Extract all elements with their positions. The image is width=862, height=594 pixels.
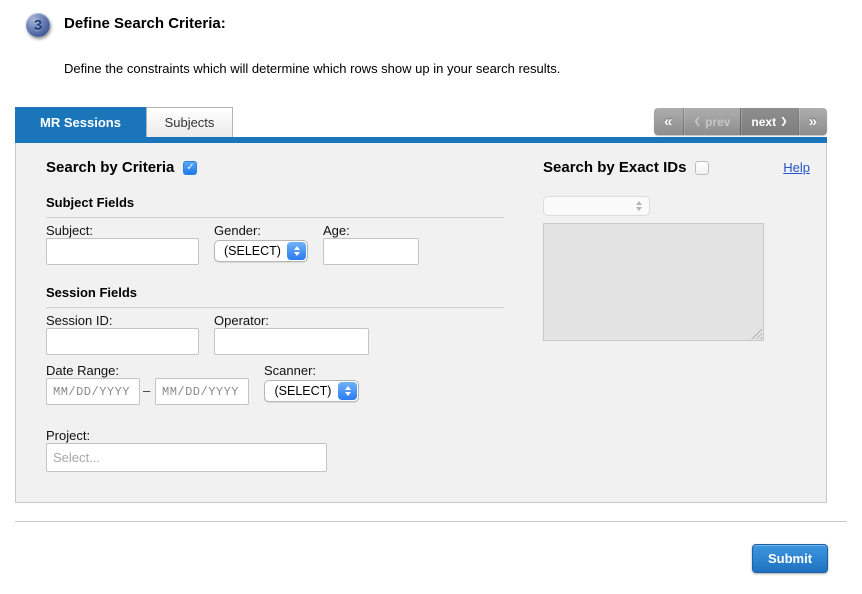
operator-label: Operator:	[214, 313, 269, 328]
date-from-input[interactable]	[46, 378, 140, 405]
pager: « ❮ prev next ❯ »	[654, 108, 827, 135]
pager-first-button[interactable]: «	[654, 108, 682, 135]
tab-mr-sessions[interactable]: MR Sessions	[15, 107, 146, 137]
select-stepper-icon	[287, 242, 306, 260]
pager-prev-button[interactable]: ❮ prev	[683, 108, 741, 135]
check-icon: ✓	[186, 163, 194, 173]
session-id-input[interactable]	[46, 328, 199, 355]
search-by-criteria-heading-row: Search by Criteria ✓	[46, 159, 197, 176]
double-chevron-right-icon: »	[809, 114, 817, 129]
submit-button[interactable]: Submit	[752, 544, 828, 573]
search-criteria-panel: Search by Criteria ✓ Subject Fields Subj…	[15, 143, 827, 503]
date-range-label: Date Range:	[46, 363, 119, 378]
age-input[interactable]	[323, 238, 419, 265]
exact-ids-textarea	[543, 223, 764, 341]
search-by-criteria-heading: Search by Criteria	[46, 159, 174, 176]
gender-label: Gender:	[214, 223, 261, 238]
scanner-label: Scanner:	[264, 363, 316, 378]
subject-label: Subject:	[46, 223, 93, 238]
age-label: Age:	[323, 223, 350, 238]
pager-next-button[interactable]: next ❯	[740, 108, 797, 135]
gender-select[interactable]: (SELECT)	[214, 240, 308, 262]
help-link[interactable]: Help	[783, 160, 810, 175]
page-title: Define Search Criteria:	[64, 15, 226, 32]
date-range-separator: –	[143, 383, 150, 398]
page-subtitle: Define the constraints which will determ…	[64, 61, 560, 76]
pager-next-label: next	[751, 116, 776, 128]
gender-select-value: (SELECT)	[215, 244, 286, 258]
select-stepper-icon	[338, 382, 357, 400]
search-by-exact-ids-heading: Search by Exact IDs	[543, 159, 686, 176]
date-to-input[interactable]	[155, 378, 249, 405]
chevron-left-icon: ❮	[694, 117, 702, 126]
id-type-select	[543, 196, 650, 216]
subject-input[interactable]	[46, 238, 199, 265]
step-number-badge: 3	[26, 13, 50, 37]
project-label: Project:	[46, 428, 90, 443]
footer-divider	[15, 521, 847, 522]
operator-input[interactable]	[214, 328, 369, 355]
tab-subjects[interactable]: Subjects	[146, 107, 233, 137]
chevron-right-icon: ❯	[780, 117, 788, 126]
pager-last-button[interactable]: »	[798, 108, 827, 135]
project-input[interactable]	[46, 443, 327, 472]
search-by-exact-ids-checkbox[interactable]: ✓	[695, 161, 709, 175]
double-chevron-left-icon: «	[664, 114, 672, 129]
session-fields-heading: Session Fields	[46, 285, 504, 308]
search-by-exact-ids-heading-row: Search by Exact IDs ✓	[543, 159, 709, 176]
search-builder-page: 3 Define Search Criteria: Define the con…	[0, 0, 862, 594]
pager-prev-label: prev	[705, 116, 730, 128]
subject-fields-heading: Subject Fields	[46, 195, 504, 218]
select-stepper-icon	[629, 198, 648, 214]
scanner-select[interactable]: (SELECT)	[264, 380, 359, 402]
search-by-criteria-checkbox[interactable]: ✓	[183, 161, 197, 175]
scanner-select-value: (SELECT)	[265, 384, 337, 398]
session-id-label: Session ID:	[46, 313, 112, 328]
